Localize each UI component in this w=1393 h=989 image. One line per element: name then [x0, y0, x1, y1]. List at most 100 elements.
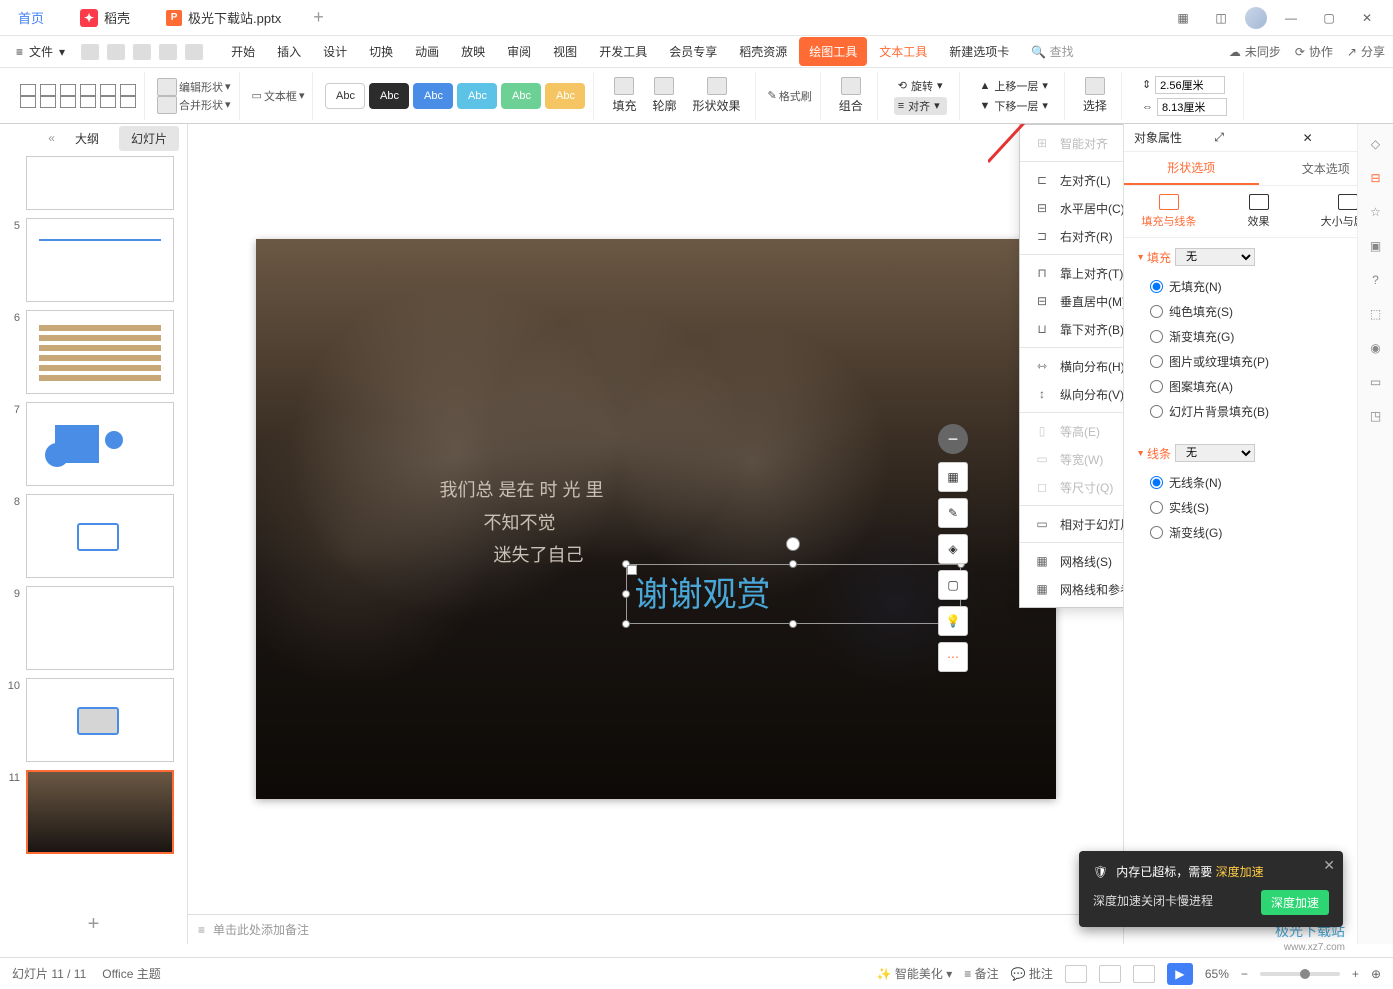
toolbar-icon-save[interactable]	[81, 44, 99, 60]
style-swatch-1[interactable]: Abc	[325, 83, 365, 109]
fill-opt-picture[interactable]: 图片或纹理填充(P)	[1138, 349, 1379, 374]
shape-connector[interactable]	[60, 84, 76, 96]
shape-line[interactable]	[20, 84, 36, 96]
menu-find[interactable]: 🔍 查找	[1021, 37, 1083, 66]
height-input[interactable]: ⇕	[1138, 75, 1231, 95]
props-tab-shape[interactable]: 形状选项	[1124, 152, 1259, 185]
side-ic-2[interactable]: ⊟	[1366, 168, 1386, 188]
textbox-button[interactable]: ▭ 文本框 ▾	[252, 88, 305, 104]
menu-new-tab[interactable]: 新建选项卡	[939, 37, 1019, 66]
menu-devtools[interactable]: 开发工具	[589, 37, 657, 66]
share-button[interactable]: ↗ 分享	[1347, 43, 1385, 60]
menu-transition[interactable]: 切换	[359, 37, 403, 66]
menu-member[interactable]: 会员专享	[659, 37, 727, 66]
line-opt-none[interactable]: 无线条(N)	[1138, 470, 1379, 495]
selected-textbox[interactable]: 谢谢观赏	[626, 564, 961, 624]
menu-slideshow[interactable]: 放映	[451, 37, 495, 66]
float-more-icon[interactable]: ⋯	[938, 642, 968, 672]
send-backward-button[interactable]: ▼ 下移一层 ▾	[976, 97, 1052, 115]
menu-design[interactable]: 设计	[313, 37, 357, 66]
side-ic-6[interactable]: ⬚	[1366, 304, 1386, 324]
slide-thumbnail[interactable]	[26, 310, 174, 394]
slide-thumbnail[interactable]	[26, 494, 174, 578]
menu-distribute-v[interactable]: ↕纵向分布(V)	[1020, 380, 1123, 408]
smart-beautify-button[interactable]: ✨ 智能美化 ▾	[877, 965, 953, 982]
fill-opt-none[interactable]: 无填充(N)	[1138, 274, 1379, 299]
side-ic-3[interactable]: ☆	[1366, 202, 1386, 222]
style-swatch-5[interactable]: Abc	[501, 83, 541, 109]
shape-more[interactable]	[120, 96, 136, 108]
view-reading-button[interactable]	[1133, 965, 1155, 983]
fill-section-head[interactable]: 填充	[1147, 249, 1171, 266]
toolbar-icon-undo[interactable]	[159, 44, 177, 60]
style-swatch-3[interactable]: Abc	[413, 83, 453, 109]
fit-button[interactable]: ⊕	[1371, 967, 1381, 981]
menu-align-hcenter[interactable]: ⊟水平居中(C)	[1020, 194, 1123, 222]
select-button[interactable]: 选择	[1077, 75, 1113, 116]
shape-freeform[interactable]	[100, 84, 116, 96]
apps-icon[interactable]: ◫	[1207, 4, 1235, 32]
slide-thumbnail[interactable]	[26, 402, 174, 486]
merge-shape-button[interactable]: 合并形状 ▾	[157, 96, 231, 114]
collapse-toolbar-button[interactable]: −	[938, 424, 968, 454]
line-section-head[interactable]: 线条	[1147, 445, 1171, 462]
toolbar-icon-redo[interactable]	[185, 44, 203, 60]
menu-insert[interactable]: 插入	[267, 37, 311, 66]
float-image-icon[interactable]: ◈	[938, 534, 968, 564]
fill-opt-pattern[interactable]: 图案填充(A)	[1138, 374, 1379, 399]
style-swatch-6[interactable]: Abc	[545, 83, 585, 109]
view-sorter-button[interactable]	[1099, 965, 1121, 983]
fill-opt-slidebg[interactable]: 幻灯片背景填充(B)	[1138, 399, 1379, 424]
side-ic-5[interactable]: ?	[1366, 270, 1386, 290]
zoom-in-button[interactable]: +	[1352, 967, 1359, 981]
side-ic-4[interactable]: ▣	[1366, 236, 1386, 256]
notes-bar[interactable]: ≡ 单击此处添加备注	[188, 914, 1123, 944]
unsync-indicator[interactable]: ☁ 未同步	[1229, 43, 1281, 60]
slide-thumbnail[interactable]	[26, 586, 174, 670]
new-tab-button[interactable]: +	[299, 7, 338, 28]
slideshow-play-button[interactable]: ▶	[1167, 963, 1193, 985]
slide-thumbnail-current[interactable]	[26, 770, 174, 854]
resize-handle[interactable]	[789, 560, 797, 568]
slides-tab[interactable]: 幻灯片	[119, 126, 179, 151]
line-select[interactable]: 无	[1175, 444, 1255, 462]
shape-curve[interactable]	[80, 84, 96, 96]
menu-align-bottom[interactable]: ⊔靠下对齐(B)	[1020, 315, 1123, 343]
menu-text-tools[interactable]: 文本工具	[869, 37, 937, 66]
fill-opt-solid[interactable]: 纯色填充(S)	[1138, 299, 1379, 324]
grid-menu-icon[interactable]: ▦	[1169, 4, 1197, 32]
bring-forward-button[interactable]: ▲ 上移一层 ▾	[976, 77, 1052, 95]
outline-tab[interactable]: 大纲	[63, 126, 111, 151]
fill-opt-gradient[interactable]: 渐变填充(G)	[1138, 324, 1379, 349]
thumbnail-list[interactable]: 5 6 7 8 9 10 11	[0, 152, 187, 905]
format-painter-button[interactable]: ✎ 格式刷	[768, 88, 812, 104]
side-ic-7[interactable]: ◉	[1366, 338, 1386, 358]
shape-tri[interactable]	[80, 96, 96, 108]
resize-handle[interactable]	[789, 620, 797, 628]
notes-button[interactable]: ≡ 备注	[964, 965, 998, 982]
tab-file[interactable]: P 极光下载站.pptx	[148, 1, 299, 35]
close-button[interactable]: ✕	[1353, 4, 1381, 32]
slide-thumbnail[interactable]	[26, 678, 174, 762]
menu-relative-slide[interactable]: ▭相对于幻灯片(A)	[1020, 510, 1123, 538]
props-sub-effect[interactable]: 效果	[1214, 186, 1304, 237]
float-edit-icon[interactable]: ✎	[938, 498, 968, 528]
menu-gridlines[interactable]: ▦网格线(S)	[1020, 547, 1123, 575]
notification-close[interactable]: ✕	[1323, 857, 1335, 874]
side-ic-8[interactable]: ▭	[1366, 372, 1386, 392]
tab-home[interactable]: 首页	[0, 1, 62, 35]
menu-draw-tools[interactable]: 绘图工具	[799, 37, 867, 66]
slide[interactable]: 我们总 是在 时 光 里 不知不觉 迷失了自己 谢谢观赏	[256, 239, 1056, 799]
slide-thumbnail[interactable]	[26, 156, 174, 210]
menu-align-top[interactable]: ⊓靠上对齐(T)	[1020, 259, 1123, 287]
side-ic-1[interactable]: ◇	[1366, 134, 1386, 154]
toolbar-icon-print[interactable]	[107, 44, 125, 60]
collapse-panel-icon[interactable]: «	[48, 131, 55, 145]
side-ic-9[interactable]: ◳	[1366, 406, 1386, 426]
shape-rect[interactable]	[120, 84, 136, 96]
effect-button[interactable]: 形状效果	[687, 75, 747, 116]
float-idea-icon[interactable]: 💡	[938, 606, 968, 636]
maximize-button[interactable]: ▢	[1315, 4, 1343, 32]
menu-guides[interactable]: ▦网格线和参考线(G)...	[1020, 575, 1123, 603]
minimize-button[interactable]: —	[1277, 4, 1305, 32]
